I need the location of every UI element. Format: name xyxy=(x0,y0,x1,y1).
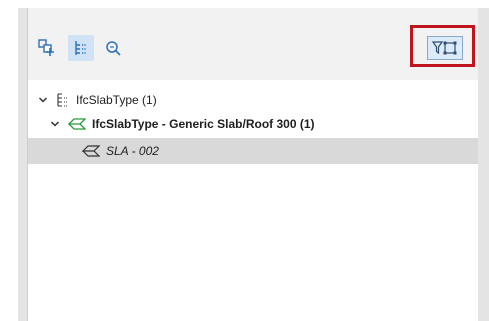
type-tree-icon xyxy=(56,93,70,107)
slab-element-icon xyxy=(82,145,100,157)
zoom-button[interactable] xyxy=(100,35,126,61)
tree-view-button[interactable] xyxy=(68,35,94,61)
tree-item-sla-002[interactable]: SLA - 002 xyxy=(28,138,478,164)
add-elements-button[interactable] xyxy=(34,35,60,61)
window-top-strip xyxy=(0,0,489,8)
zoom-icon xyxy=(106,41,121,56)
chevron-down-icon[interactable] xyxy=(38,95,48,105)
slab-type-icon xyxy=(68,118,86,130)
panel-left-border xyxy=(18,8,27,321)
filter-selection-icon xyxy=(431,41,457,55)
chevron-down-icon[interactable] xyxy=(50,119,60,129)
tree-item-label: IfcSlabType - Generic Slab/Roof 300 (1) xyxy=(92,117,315,131)
tree-item-label: SLA - 002 xyxy=(106,144,159,158)
filter-selection-button[interactable] xyxy=(427,36,463,60)
tree-item-label: IfcSlabType (1) xyxy=(76,93,157,107)
tree-item-slab-type[interactable]: IfcSlabType - Generic Slab/Roof 300 (1) xyxy=(28,112,478,136)
panel-right-border xyxy=(478,8,489,321)
tree-view-icon xyxy=(75,41,86,55)
add-elements-icon xyxy=(38,39,54,56)
tree-item-ifcslabtype[interactable]: IfcSlabType (1) xyxy=(28,88,478,112)
